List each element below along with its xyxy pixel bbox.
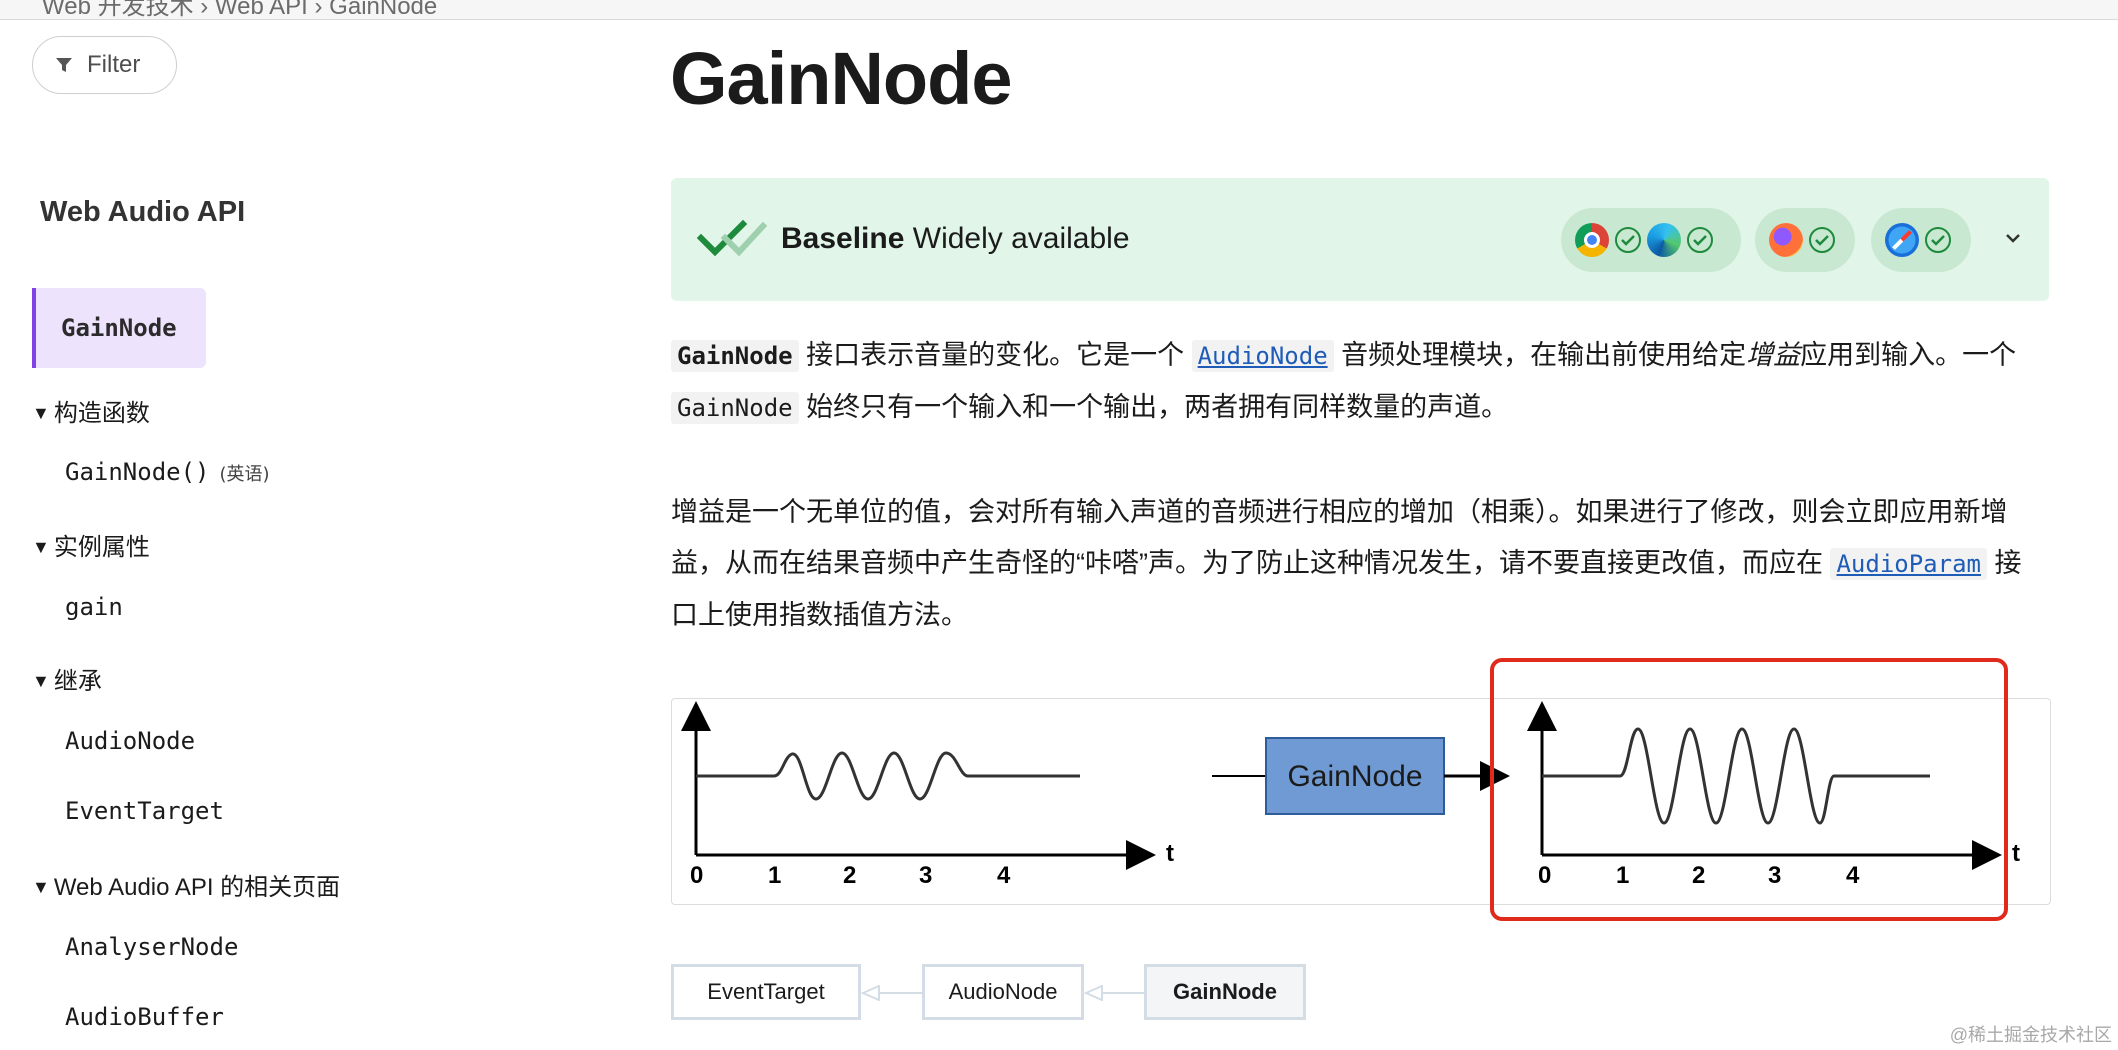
filter-button[interactable]: Filter bbox=[32, 36, 177, 94]
inheritance-eventtarget[interactable]: EventTarget bbox=[671, 964, 861, 1020]
input-tick-2: 2 bbox=[843, 862, 856, 889]
inheritance-gainnode: GainNode bbox=[1144, 964, 1306, 1020]
supported-check-icon bbox=[1809, 227, 1835, 253]
sidebar-section-instance-properties[interactable]: ▼ 实例属性 bbox=[32, 527, 150, 562]
inheritance-label: GainNode bbox=[1173, 979, 1277, 1004]
collapse-triangle-icon: ▼ bbox=[32, 671, 50, 691]
text-span: 音频处理模块，在输出前使用给定 bbox=[1333, 340, 1747, 370]
sidebar-section-inheritance[interactable]: ▼ 继承 bbox=[32, 661, 102, 696]
sidebar-item-label: GainNode bbox=[61, 314, 177, 342]
section-label: 继承 bbox=[53, 668, 102, 695]
baseline-status: Widely available bbox=[912, 222, 1130, 255]
baseline-check-icon bbox=[697, 219, 767, 257]
inheritance-audionode[interactable]: AudioNode bbox=[922, 964, 1084, 1020]
sidebar-item-audionode[interactable]: AudioNode bbox=[65, 727, 195, 755]
page-title: GainNode bbox=[670, 37, 1012, 120]
input-axis-t-label: t bbox=[1166, 840, 1174, 867]
section-label: 构造函数 bbox=[53, 400, 150, 427]
input-waveform bbox=[696, 751, 1080, 801]
browser-group-safari[interactable] bbox=[1871, 208, 1971, 272]
baseline-label: Baseline Widely available bbox=[781, 222, 1130, 256]
sidebar-item-analysernode[interactable]: AnalyserNode bbox=[65, 933, 238, 961]
text-span: 接口表示音量的变化。它是一个 bbox=[798, 340, 1192, 370]
input-tick-1: 1 bbox=[768, 862, 781, 889]
input-tick-0: 0 bbox=[690, 862, 703, 889]
sidebar-section-related-pages[interactable]: ▼ Web Audio API 的相关页面 bbox=[32, 867, 340, 902]
sidebar-item-label: GainNode() bbox=[65, 458, 210, 486]
section-label: Web Audio API 的相关页面 bbox=[53, 874, 341, 901]
gainnode-box-label: GainNode bbox=[1287, 760, 1422, 793]
intro-paragraph: GainNode 接口表示音量的变化。它是一个 AudioNode 音频处理模块… bbox=[671, 330, 2041, 434]
browser-group-firefox[interactable] bbox=[1755, 208, 1855, 272]
firefox-icon bbox=[1769, 223, 1803, 257]
text-span: 增益是一个无单位的值，会对所有输入声道的音频进行相应的增加（相乘）。如果进行了修… bbox=[671, 497, 2008, 578]
safari-icon bbox=[1885, 223, 1919, 257]
inheritance-arrow-icon bbox=[861, 985, 922, 1001]
red-highlight-annotation bbox=[1490, 658, 2008, 921]
sidebar-title[interactable]: Web Audio API bbox=[40, 196, 245, 229]
sidebar-item-label: EventTarget bbox=[65, 797, 224, 825]
collapse-triangle-icon: ▼ bbox=[32, 403, 50, 423]
breadcrumb[interactable]: Web 开发技术 › Web API › GainNode bbox=[42, 0, 437, 19]
supported-check-icon bbox=[1687, 227, 1713, 253]
sidebar-item-gainnode[interactable]: GainNode bbox=[32, 288, 206, 368]
baseline-banner[interactable]: Baseline Widely available bbox=[671, 178, 2049, 301]
input-tick-4: 4 bbox=[997, 862, 1011, 889]
collapse-triangle-icon: ▼ bbox=[32, 877, 50, 897]
browser-group-chromium[interactable] bbox=[1561, 208, 1741, 272]
chevron-down-icon[interactable] bbox=[1999, 224, 2027, 252]
filter-label: Filter bbox=[87, 51, 141, 78]
sidebar-item-label: AudioBuffer bbox=[65, 1003, 224, 1031]
output-axis-t-label: t bbox=[2012, 840, 2020, 867]
code-gainnode: GainNode bbox=[671, 340, 799, 372]
sidebar-item-audiobuffer[interactable]: AudioBuffer bbox=[65, 1003, 224, 1031]
sidebar-item-label: gain bbox=[65, 593, 123, 621]
edge-icon bbox=[1647, 223, 1681, 257]
inheritance-label: EventTarget bbox=[707, 979, 825, 1004]
chrome-icon bbox=[1575, 223, 1609, 257]
english-note: (英语) bbox=[219, 464, 270, 485]
filter-icon bbox=[56, 58, 72, 72]
text-span: 应用到输入。一个 bbox=[1800, 340, 2017, 370]
inheritance-arrow-icon bbox=[1084, 985, 1144, 1001]
sidebar-section-constructors[interactable]: ▼ 构造函数 bbox=[32, 393, 150, 428]
sidebar-item-label: AudioNode bbox=[65, 727, 196, 755]
text-span: 始终只有一个输入和一个输出，两者拥有同样数量的声道。 bbox=[798, 392, 1509, 422]
baseline-strong: Baseline bbox=[781, 222, 905, 255]
collapse-triangle-icon: ▼ bbox=[32, 537, 50, 557]
sidebar-item-gainnode-constructor[interactable]: GainNode() (英语) bbox=[65, 458, 270, 486]
link-audionode[interactable]: AudioNode bbox=[1191, 340, 1334, 372]
code-gainnode-2: GainNode bbox=[671, 392, 799, 424]
section-label: 实例属性 bbox=[53, 534, 150, 561]
top-breadcrumb-bar: Web 开发技术 › Web API › GainNode bbox=[0, 0, 2118, 20]
sidebar-item-label: AnalyserNode bbox=[65, 933, 239, 961]
inheritance-label: AudioNode bbox=[948, 979, 1058, 1004]
watermark: @稀土掘金技术社区 bbox=[1949, 1025, 2112, 1045]
sidebar-item-eventtarget[interactable]: EventTarget bbox=[65, 797, 224, 825]
sidebar-item-gain[interactable]: gain bbox=[65, 593, 123, 621]
gain-description-paragraph: 增益是一个无单位的值，会对所有输入声道的音频进行相应的增加（相乘）。如果进行了修… bbox=[671, 487, 2041, 641]
emphasis-gain: 增益 bbox=[1746, 340, 1801, 370]
input-tick-3: 3 bbox=[919, 862, 932, 889]
supported-check-icon bbox=[1925, 227, 1951, 253]
link-audioparam[interactable]: AudioParam bbox=[1830, 548, 1987, 580]
supported-check-icon bbox=[1615, 227, 1641, 253]
